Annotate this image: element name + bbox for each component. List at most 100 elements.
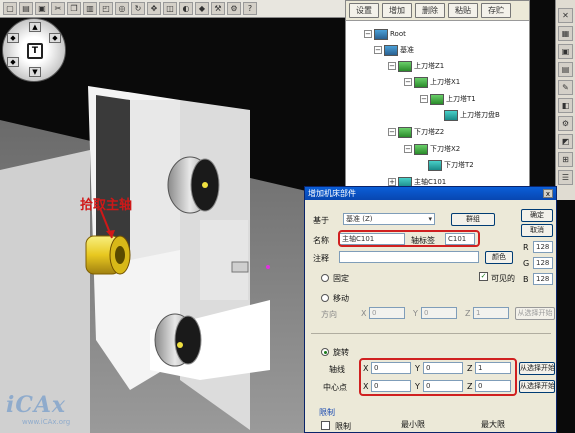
pick-move-button[interactable]: 从选择开始 bbox=[515, 307, 555, 320]
turret-icon bbox=[414, 76, 428, 88]
tool-icon[interactable]: ⚒ bbox=[211, 2, 225, 15]
tree-item-label: 上刀塔X1 bbox=[430, 78, 461, 86]
rotate-label: 旋转 bbox=[333, 348, 349, 357]
close-view-icon[interactable]: ✕ bbox=[558, 8, 573, 23]
group-button[interactable]: 群组 bbox=[451, 213, 495, 226]
tree-item-lower-z2[interactable]: − 下刀塔Z2 bbox=[388, 125, 444, 139]
base-select[interactable]: 基准 (Z) ▾ bbox=[343, 213, 435, 225]
wheel-left-icon[interactable]: ◆ bbox=[7, 33, 19, 43]
turret-icon bbox=[414, 143, 428, 155]
move-y-field[interactable]: 0 bbox=[421, 307, 457, 319]
cancel-button[interactable]: 取消 bbox=[521, 224, 553, 237]
move-radio[interactable] bbox=[321, 294, 329, 302]
pick-center-button[interactable]: 从选择开始 bbox=[519, 380, 555, 393]
visible-label: 可见的 bbox=[491, 274, 515, 283]
collapse-icon[interactable]: − bbox=[404, 145, 412, 153]
wheel-bottom-left-icon[interactable]: ◆ bbox=[7, 57, 19, 67]
turret-icon bbox=[398, 126, 412, 138]
part-icon[interactable]: ◧ bbox=[558, 98, 573, 113]
pick-axis-button[interactable]: 从选择开始 bbox=[519, 362, 555, 375]
note-field[interactable] bbox=[339, 251, 479, 263]
list-icon[interactable]: ☰ bbox=[558, 170, 573, 185]
tree-item-upper-t1[interactable]: − 上刀塔T1 bbox=[420, 92, 476, 106]
view-icon[interactable]: ◰ bbox=[99, 2, 113, 15]
root-icon bbox=[374, 28, 388, 40]
grid-icon[interactable]: ▦ bbox=[558, 26, 573, 41]
tree-item-upper-z1[interactable]: − 上刀塔Z1 bbox=[388, 59, 444, 73]
display-icon[interactable]: ▣ bbox=[558, 44, 573, 59]
shade-icon[interactable]: ◐ bbox=[179, 2, 193, 15]
zoom-icon[interactable]: ◎ bbox=[115, 2, 129, 15]
store-button[interactable]: 存贮 bbox=[481, 3, 511, 18]
tool-disc-icon bbox=[428, 159, 442, 171]
fixed-radio[interactable] bbox=[321, 274, 329, 282]
add-button[interactable]: 增加 bbox=[382, 3, 412, 18]
help-icon[interactable]: ? bbox=[243, 2, 257, 15]
move-z-field[interactable]: 1 bbox=[473, 307, 509, 319]
tree-item-upper-x1[interactable]: − 上刀塔X1 bbox=[404, 75, 460, 89]
collapse-icon[interactable]: − bbox=[374, 46, 382, 54]
color-button[interactable]: 颜色 bbox=[485, 251, 513, 264]
ok-button[interactable]: 确定 bbox=[521, 209, 553, 222]
limit-checkbox[interactable] bbox=[321, 421, 330, 430]
chevron-down-icon: ▾ bbox=[428, 215, 432, 223]
note-label: 注释 bbox=[313, 254, 329, 263]
pencil-icon[interactable]: ✎ bbox=[558, 80, 573, 95]
tree-item-base[interactable]: − 基准 bbox=[374, 43, 414, 57]
collapse-icon[interactable]: − bbox=[364, 30, 372, 38]
cube-icon[interactable]: ◆ bbox=[195, 2, 209, 15]
limit-check-label: 限制 bbox=[335, 422, 351, 431]
tree-item-lower-x2[interactable]: − 下刀塔X2 bbox=[404, 142, 460, 156]
collapse-icon[interactable]: − bbox=[420, 95, 428, 103]
g-field[interactable]: 128 bbox=[533, 257, 553, 269]
tool-disc-icon bbox=[444, 109, 458, 121]
rotate-icon[interactable]: ↻ bbox=[131, 2, 145, 15]
base-select-value: 基准 (Z) bbox=[346, 215, 373, 223]
tree-item-upper-disc[interactable]: 上刀塔刀盘B bbox=[444, 108, 500, 122]
cut-icon[interactable]: ✂ bbox=[51, 2, 65, 15]
divider bbox=[311, 333, 551, 334]
icax-watermark: iCAx bbox=[6, 392, 67, 418]
move-label: 移动 bbox=[333, 294, 349, 303]
file-icon[interactable]: ▢ bbox=[3, 2, 17, 15]
save-icon[interactable]: ▣ bbox=[35, 2, 49, 15]
collapse-icon[interactable]: − bbox=[388, 128, 396, 136]
dialog-titlebar[interactable]: 增加机床部件 x bbox=[305, 187, 556, 200]
wheel-top-icon[interactable]: ▲ bbox=[29, 22, 41, 32]
pan-icon[interactable]: ✥ bbox=[147, 2, 161, 15]
tree-item-label: Root bbox=[390, 30, 406, 38]
close-button[interactable]: x bbox=[543, 189, 553, 198]
g-label: G bbox=[523, 259, 530, 268]
wheel-bottom-icon[interactable]: ▼ bbox=[29, 67, 41, 77]
collapse-icon[interactable]: − bbox=[404, 78, 412, 86]
settings-icon[interactable]: ⚙ bbox=[227, 2, 241, 15]
wheel-right-icon[interactable]: ◆ bbox=[49, 33, 61, 43]
open-icon[interactable]: ▤ bbox=[19, 2, 33, 15]
measure-icon[interactable]: ⊞ bbox=[558, 152, 573, 167]
tree-item-lower-t2[interactable]: 下刀塔T2 bbox=[428, 158, 474, 172]
machine-icon[interactable]: ⚙ bbox=[558, 116, 573, 131]
copy-icon[interactable]: ❐ bbox=[67, 2, 81, 15]
settings-button[interactable]: 设置 bbox=[349, 3, 379, 18]
visible-checkbox[interactable]: ✓ bbox=[479, 272, 488, 281]
tree-item-root[interactable]: − Root bbox=[364, 27, 406, 41]
cut-sim-icon[interactable]: ◩ bbox=[558, 134, 573, 149]
fit-icon[interactable]: ◫ bbox=[163, 2, 177, 15]
navigation-wheel[interactable]: ▲ ◆ ◆ ◆ ▼ T bbox=[2, 18, 66, 82]
b-field[interactable]: 128 bbox=[533, 273, 553, 285]
collapse-icon[interactable]: − bbox=[388, 62, 396, 70]
paste-icon[interactable]: ▥ bbox=[83, 2, 97, 15]
expand-icon[interactable]: + bbox=[388, 178, 396, 186]
paste-button[interactable]: 粘贴 bbox=[448, 3, 478, 18]
layer-icon[interactable]: ▤ bbox=[558, 62, 573, 77]
rotate-radio[interactable] bbox=[321, 348, 329, 356]
move-x-field[interactable]: 0 bbox=[369, 307, 405, 319]
move-x-label: X bbox=[361, 309, 367, 318]
r-field[interactable]: 128 bbox=[533, 241, 553, 253]
wheel-center-icon[interactable]: T bbox=[27, 43, 43, 59]
tree-item-label: 上刀塔Z1 bbox=[414, 62, 445, 70]
move-y-label: Y bbox=[413, 309, 418, 318]
center-label: 中心点 bbox=[323, 383, 347, 392]
delete-button[interactable]: 删除 bbox=[415, 3, 445, 18]
b-label: B bbox=[523, 275, 529, 284]
